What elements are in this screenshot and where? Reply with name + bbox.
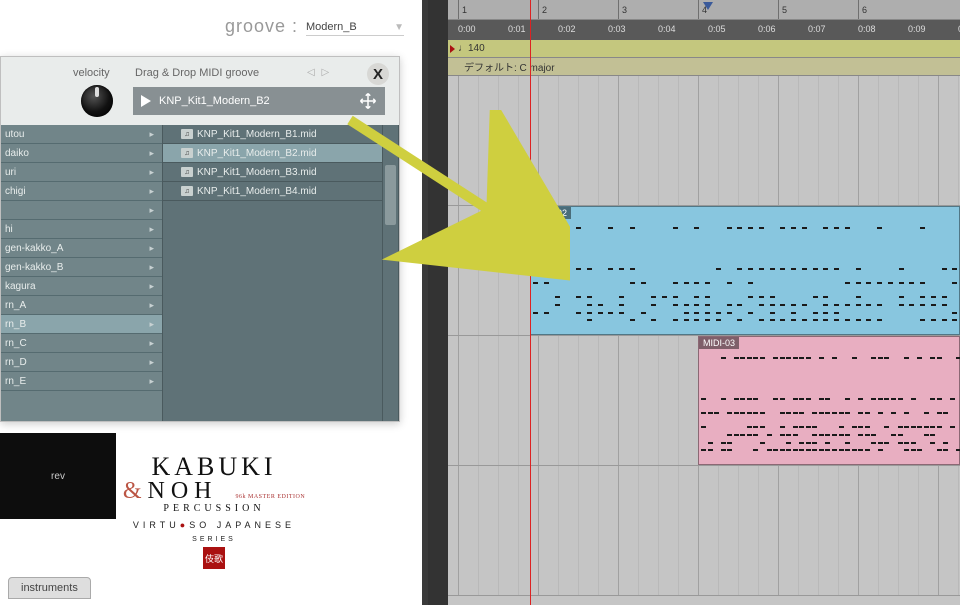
time-tick: 0:02 <box>558 24 576 34</box>
browser-columns: utou▸daiko▸uri▸chigi▸▸hi▸gen-kakko_A▸gen… <box>1 125 399 421</box>
bar-tick: 3 <box>618 0 627 19</box>
category-item[interactable]: hi▸ <box>1 220 162 239</box>
chevron-right-icon: ▸ <box>149 300 154 311</box>
playhead[interactable] <box>530 0 531 605</box>
bar-tick: 1 <box>458 0 467 19</box>
file-column[interactable]: ♫KNP_Kit1_Modern_B1.mid♫KNP_Kit1_Modern_… <box>163 125 399 421</box>
chevron-right-icon: ▸ <box>149 319 154 330</box>
tempo-row[interactable]: ♩140 <box>448 40 960 58</box>
time-tick: 0:09 <box>908 24 926 34</box>
time-tick: 0:05 <box>708 24 726 34</box>
track-lane[interactable]: MIDI-02 <box>448 206 960 336</box>
groove-select[interactable]: Modern_B ▼ <box>306 12 404 36</box>
bar-tick: 5 <box>778 0 787 19</box>
file-item[interactable]: ♫KNP_Kit1_Modern_B3.mid <box>163 163 398 182</box>
track-lane[interactable] <box>448 466 960 596</box>
chevron-right-icon: ▸ <box>149 338 154 349</box>
tracks-area[interactable]: MIDI-02 MIDI-03 <box>448 76 960 605</box>
groove-preview-pill[interactable]: KNP_Kit1_Modern_B2 <box>133 87 385 115</box>
daw-arrange-view: 123456 0:000:010:020:030:040:050:060:070… <box>434 0 960 605</box>
region-label: MIDI-03 <box>699 337 739 349</box>
chevron-right-icon: ▸ <box>149 243 154 254</box>
category-column[interactable]: utou▸daiko▸uri▸chigi▸▸hi▸gen-kakko_A▸gen… <box>1 125 163 421</box>
time-tick: 0:01 <box>508 24 526 34</box>
brand-logo: KABUKI &NOH 96k MASTER EDITION PERCUSSIO… <box>0 452 428 569</box>
category-item[interactable]: rn_E▸ <box>1 372 162 391</box>
time-tick: 0:00 <box>458 24 476 34</box>
velocity-label: velocity <box>73 67 110 79</box>
browser-scrollbar[interactable] <box>382 125 398 421</box>
category-item[interactable]: rn_C▸ <box>1 334 162 353</box>
browser-top: velocity Drag & Drop MIDI groove ◁ ▷ X K… <box>1 57 399 125</box>
plugin-panel: groove : Modern_B ▼ velocity Drag & Drop… <box>0 0 428 605</box>
midi-file-icon: ♫ <box>181 129 193 139</box>
bar-ruler[interactable]: 1 2 3 4 5 6 <box>448 0 960 20</box>
time-tick: 0:04 <box>658 24 676 34</box>
brand-tag: 96k MASTER EDITION <box>236 494 306 500</box>
time-tick: 0:06 <box>758 24 776 34</box>
chevron-right-icon: ▸ <box>149 129 154 140</box>
brand-seal: 伎歌 <box>203 547 225 569</box>
scrollbar-thumb[interactable] <box>385 165 396 225</box>
drag-handle-icon[interactable] <box>359 92 377 110</box>
bar-tick: 2 <box>538 0 547 19</box>
category-item[interactable]: utou▸ <box>1 125 162 144</box>
category-item[interactable]: rn_D▸ <box>1 353 162 372</box>
chevron-right-icon: ▸ <box>149 262 154 273</box>
close-button[interactable]: X <box>367 63 389 85</box>
chevron-right-icon: ▸ <box>149 281 154 292</box>
midi-region[interactable]: MIDI-02 <box>530 206 960 335</box>
play-icon[interactable] <box>141 95 151 107</box>
midi-file-icon: ♫ <box>181 186 193 196</box>
category-item[interactable]: daiko▸ <box>1 144 162 163</box>
groove-browser: velocity Drag & Drop MIDI groove ◁ ▷ X K… <box>0 56 400 422</box>
chevron-down-icon: ▼ <box>394 22 404 33</box>
time-ruler[interactable]: 0:00 0:01 0:02 0:03 0:04 0:05 0:06 0:07 0:08 0:09… <box>448 20 960 40</box>
chevron-right-icon: ▸ <box>149 376 154 387</box>
category-item[interactable]: chigi▸ <box>1 182 162 201</box>
brand-line2: NOH <box>148 478 218 504</box>
region-label: MIDI-02 <box>531 207 571 219</box>
brand-series: SERIES <box>192 536 236 543</box>
file-item[interactable]: ♫KNP_Kit1_Modern_B2.mid <box>163 144 398 163</box>
chevron-right-icon: ▸ <box>149 148 154 159</box>
category-item[interactable]: gen-kakko_B▸ <box>1 258 162 277</box>
drag-drop-label: Drag & Drop MIDI groove <box>135 67 259 79</box>
plugin-header: groove : Modern_B ▼ <box>0 0 428 50</box>
chevron-right-icon: ▸ <box>149 167 154 178</box>
groove-value: Modern_B <box>306 21 357 33</box>
time-tick: 0:03 <box>608 24 626 34</box>
tempo-value: ♩140 <box>458 43 485 54</box>
file-item[interactable]: ♫KNP_Kit1_Modern_B1.mid <box>163 125 398 144</box>
chevron-right-icon: ▸ <box>149 224 154 235</box>
preview-name: KNP_Kit1_Modern_B2 <box>159 95 270 107</box>
time-tick: 0:07 <box>808 24 826 34</box>
instruments-tab[interactable]: instruments <box>8 577 91 599</box>
groove-label: groove : <box>225 16 298 37</box>
chevron-right-icon: ▸ <box>149 186 154 197</box>
midi-region[interactable]: MIDI-03 <box>698 336 960 465</box>
track-lane[interactable] <box>448 76 960 206</box>
category-item[interactable]: uri▸ <box>1 163 162 182</box>
time-tick: 0:08 <box>858 24 876 34</box>
category-item[interactable]: ▸ <box>1 201 162 220</box>
chevron-right-icon: ▸ <box>149 357 154 368</box>
category-item[interactable]: kagura▸ <box>1 277 162 296</box>
nav-arrows-icon[interactable]: ◁ ▷ <box>307 67 331 78</box>
key-value: デフォルト: C major <box>464 59 555 74</box>
close-icon: X <box>373 66 383 83</box>
category-item[interactable]: rn_A▸ <box>1 296 162 315</box>
bar-tick: 4 <box>698 0 707 19</box>
file-item[interactable]: ♫KNP_Kit1_Modern_B4.mid <box>163 182 398 201</box>
track-lane[interactable]: MIDI-03 <box>448 336 960 466</box>
category-item[interactable]: gen-kakko_A▸ <box>1 239 162 258</box>
midi-file-icon: ♫ <box>181 148 193 158</box>
bar-tick: 6 <box>858 0 867 19</box>
key-row[interactable]: デフォルト: C major <box>448 58 960 76</box>
category-item[interactable]: rn_B▸ <box>1 315 162 334</box>
chevron-right-icon: ▸ <box>149 205 154 216</box>
midi-file-icon: ♫ <box>181 167 193 177</box>
velocity-knob[interactable] <box>81 85 113 117</box>
